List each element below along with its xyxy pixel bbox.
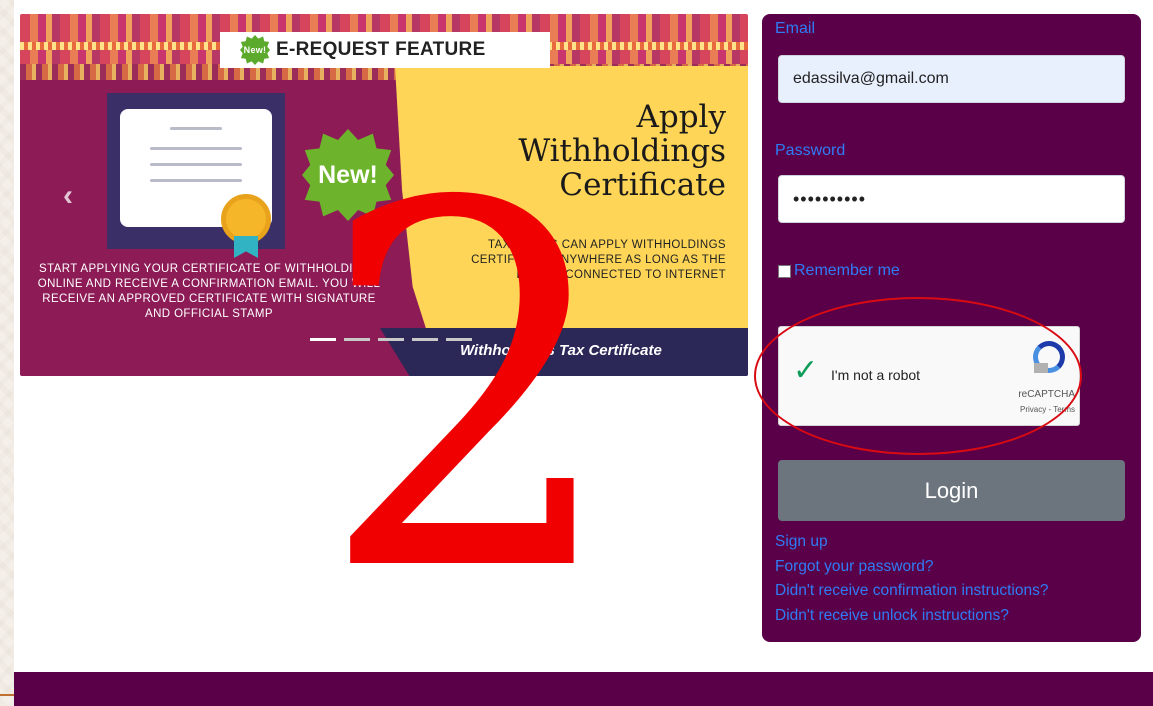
email-field[interactable]: edassilva@gmail.com <box>778 55 1125 103</box>
recaptcha-label: I'm not a robot <box>831 367 921 383</box>
password-label: Password <box>775 142 846 159</box>
carousel-indicator[interactable] <box>310 338 336 341</box>
banner-yellow-description: TAXPAYERS CAN APPLY WITHHOLDINGS CERTIFI… <box>471 239 726 281</box>
sign-up-link[interactable]: Sign up <box>775 530 1048 555</box>
recaptcha-logo-icon <box>1033 341 1065 373</box>
remember-me-label[interactable]: Remember me <box>794 262 900 280</box>
carousel-indicator[interactable] <box>378 338 404 341</box>
password-field[interactable]: •••••••••• <box>778 175 1125 223</box>
certificate-line <box>150 163 242 166</box>
recaptcha-brand: reCAPTCHA <box>1018 389 1075 400</box>
certificate-line <box>150 179 242 182</box>
confirmation-instructions-link[interactable]: Didn't receive confirmation instructions… <box>775 579 1048 604</box>
recaptcha-widget[interactable]: ✓ I'm not a robot reCAPTCHA Privacy - Te… <box>778 326 1080 426</box>
carousel-prev-icon[interactable]: ‹ <box>63 179 73 213</box>
checkmark-icon[interactable]: ✓ <box>793 356 821 386</box>
banner-heading: Apply Withholdings Certificate <box>518 99 726 203</box>
certificate-line <box>170 127 222 130</box>
login-button[interactable]: Login <box>778 460 1125 521</box>
remember-me-row[interactable]: Remember me <box>778 262 900 280</box>
carousel-indicator[interactable] <box>344 338 370 341</box>
feature-title-box: New! E-REQUEST FEATURE <box>220 32 550 68</box>
remember-me-checkbox[interactable] <box>778 264 791 278</box>
carousel-indicators <box>310 338 472 341</box>
footer-accent-line <box>0 694 14 696</box>
carousel-indicator[interactable] <box>412 338 438 341</box>
recaptcha-privacy-terms[interactable]: Privacy - Terms <box>1020 405 1075 414</box>
banner-footer-title: Withholdings Tax Certificate <box>460 342 662 359</box>
page-footer <box>14 672 1153 706</box>
login-panel: Email edassilva@gmail.com Password •••••… <box>762 14 1141 642</box>
feature-title: E-REQUEST FEATURE <box>276 39 486 60</box>
forgot-password-link[interactable]: Forgot your password? <box>775 555 1048 580</box>
new-badge-icon: New! <box>240 35 270 65</box>
email-label: Email <box>775 20 816 37</box>
banner-left-description: START APPLYING YOUR CERTIFICATE OF WITHH… <box>37 263 381 320</box>
feature-carousel[interactable]: New! E-REQUEST FEATURE New! ‹ Apply With… <box>20 14 748 376</box>
certificate-line <box>150 147 242 150</box>
unlock-instructions-link[interactable]: Didn't receive unlock instructions? <box>775 604 1048 629</box>
carousel-indicator[interactable] <box>446 338 472 341</box>
account-links: Sign up Forgot your password? Didn't rec… <box>775 530 1048 628</box>
